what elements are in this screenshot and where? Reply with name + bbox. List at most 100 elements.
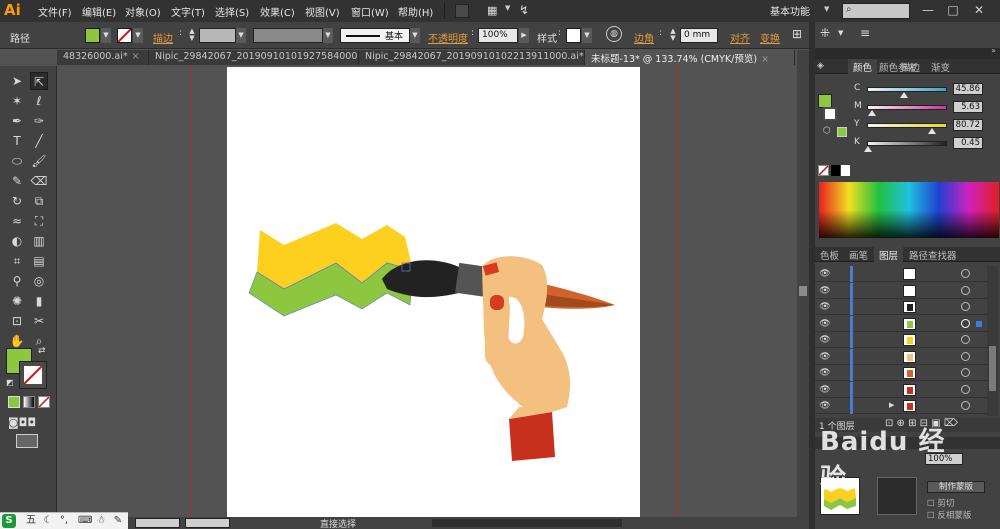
- screen-mode-icon[interactable]: [16, 434, 38, 448]
- visibility-eye-icon[interactable]: 👁: [819, 400, 831, 412]
- type-tool-icon[interactable]: T: [8, 132, 26, 150]
- maximize-button[interactable]: □: [942, 2, 964, 19]
- artboard-tool-icon[interactable]: ⊡: [8, 312, 26, 330]
- transform-link[interactable]: 变换: [760, 30, 780, 45]
- color-mode-icon[interactable]: [8, 396, 20, 408]
- column-graph-tool-icon[interactable]: ▮: [30, 292, 48, 310]
- line-tool-icon[interactable]: ╱: [30, 132, 48, 150]
- mask-empty-thumbnail[interactable]: [877, 477, 917, 515]
- zoom-field[interactable]: [135, 518, 180, 528]
- pen-tool-icon[interactable]: ✒: [8, 112, 26, 130]
- recolor-artwork-icon[interactable]: ◍: [606, 26, 622, 42]
- scroll-thumb[interactable]: [799, 286, 807, 296]
- similar-dropdown-icon[interactable]: ▼: [838, 29, 843, 37]
- tab-pathfinder[interactable]: 路径查找器: [904, 247, 962, 262]
- symbol-sprayer-tool-icon[interactable]: ✺: [8, 292, 26, 310]
- draw-mode-icons[interactable]: ◙◘◘: [8, 416, 36, 429]
- stroke-weight-dropdown-icon[interactable]: ▼: [236, 28, 246, 43]
- shape-builder-tool-icon[interactable]: ◐: [8, 232, 26, 250]
- menu-select[interactable]: 选择(S): [215, 4, 249, 19]
- opacity-label[interactable]: 不透明度: [428, 30, 468, 45]
- default-colors-icon[interactable]: ◩: [6, 378, 14, 387]
- tab-color[interactable]: 颜色: [848, 59, 878, 74]
- chinese-mode-icon[interactable]: 五: [25, 514, 37, 528]
- visibility-eye-icon[interactable]: 👁: [819, 367, 831, 379]
- color-spectrum[interactable]: [819, 182, 999, 238]
- slider-track-m[interactable]: [867, 105, 947, 110]
- stroke-weight-stepper[interactable]: ▲ ▼: [186, 28, 198, 43]
- fill-dropdown-icon[interactable]: ▼: [101, 28, 111, 43]
- eraser-tool-icon[interactable]: ⌫: [30, 172, 48, 190]
- tab-layers[interactable]: 图层: [874, 247, 904, 262]
- target-circle-icon[interactable]: [961, 368, 970, 377]
- isolate-group-icon[interactable]: ⊞: [792, 27, 802, 41]
- none-mode-icon[interactable]: [38, 396, 50, 408]
- swap-fill-stroke-icon[interactable]: ⇄: [38, 346, 46, 356]
- last-color-swatch[interactable]: [837, 127, 847, 137]
- guide-line-left[interactable]: [190, 65, 191, 517]
- scale-tool-icon[interactable]: ⧉: [30, 192, 48, 210]
- tab-document-2[interactable]: Nipic_29842067_20190910101927584000.ai*×: [149, 50, 359, 65]
- tab-swatches[interactable]: 色板: [815, 247, 844, 262]
- slider-thumb-k[interactable]: [863, 146, 872, 152]
- layer-row[interactable]: 👁: [815, 365, 987, 381]
- color-panel-stroke[interactable]: [823, 107, 837, 121]
- tab-close-icon[interactable]: ×: [761, 54, 769, 65]
- panel-menu-icon[interactable]: ≡: [860, 26, 870, 40]
- workspace-dropdown-icon[interactable]: ▼: [824, 5, 829, 13]
- gpu-performance-icon[interactable]: ↯: [519, 3, 529, 17]
- magic-wand-tool-icon[interactable]: ✶: [8, 92, 26, 110]
- artboard[interactable]: [227, 67, 640, 517]
- target-circle-icon[interactable]: [961, 269, 970, 278]
- menu-type[interactable]: 文字(T): [171, 4, 205, 19]
- tab-close-icon[interactable]: ×: [132, 51, 140, 62]
- none-swatch[interactable]: [818, 165, 829, 176]
- expand-arrow-icon[interactable]: ▶: [889, 401, 894, 409]
- tab-brushes[interactable]: 画笔: [844, 247, 873, 262]
- clip-checkbox[interactable]: ☐ 剪切: [927, 497, 954, 509]
- layer-row[interactable]: 👁: [815, 348, 987, 365]
- keyboard-icon[interactable]: ⌨: [78, 514, 92, 528]
- skin-icon[interactable]: ☃: [95, 514, 107, 528]
- layers-scrollbar[interactable]: [987, 266, 998, 416]
- gradient-tool-icon[interactable]: ▤: [30, 252, 48, 270]
- tab-gradient[interactable]: 渐变: [926, 59, 955, 74]
- target-circle-icon[interactable]: [961, 302, 970, 311]
- target-circle-icon[interactable]: [961, 318, 970, 328]
- minimize-button[interactable]: —: [917, 2, 939, 19]
- layer-row[interactable]: 👁: [815, 381, 987, 398]
- corner-radius-input[interactable]: 0 mm: [680, 28, 718, 43]
- slider-thumb-c[interactable]: [899, 92, 908, 98]
- white-swatch[interactable]: [841, 165, 850, 176]
- search-input[interactable]: ⌕: [842, 3, 910, 19]
- target-circle-icon[interactable]: [961, 351, 970, 361]
- invert-mask-checkbox[interactable]: ☐ 反相蒙版: [927, 509, 971, 521]
- gradient-mode-icon[interactable]: [23, 396, 35, 408]
- brush-dropdown-icon[interactable]: ▼: [410, 28, 420, 43]
- warp-tool-icon[interactable]: ≈: [8, 212, 26, 230]
- selection-tool-icon[interactable]: ➤: [8, 72, 26, 90]
- collapse-arrows-icon[interactable]: »: [991, 46, 996, 55]
- visibility-eye-icon[interactable]: 👁: [819, 268, 831, 280]
- tab-document-1[interactable]: 48326000.ai* ×: [57, 50, 149, 65]
- layer-row[interactable]: 👁: [815, 299, 987, 315]
- select-similar-icon[interactable]: ⁜: [820, 26, 830, 40]
- workspace-switcher[interactable]: 基本功能: [770, 3, 810, 18]
- slider-thumb-y[interactable]: [927, 128, 936, 134]
- slider-value-c[interactable]: 45.86: [953, 83, 983, 95]
- selection-indicator[interactable]: [976, 320, 982, 327]
- stroke-label[interactable]: 描边: [153, 30, 173, 45]
- layer-row[interactable]: 👁: [815, 282, 987, 299]
- visibility-eye-icon[interactable]: 👁: [819, 285, 831, 297]
- layer-row[interactable]: 👁 ▶: [815, 398, 987, 414]
- direct-selection-tool-icon[interactable]: ⇱: [30, 72, 48, 90]
- tab-document-3[interactable]: Nipic_29842067_20190910102213911000.ai*×: [359, 50, 585, 65]
- punctuation-icon[interactable]: °,: [58, 514, 70, 528]
- rotate-tool-icon[interactable]: ↻: [8, 192, 26, 210]
- graphic-style-swatch[interactable]: [566, 28, 581, 43]
- sogou-logo-icon[interactable]: S: [2, 514, 16, 528]
- stroke-swatch[interactable]: [117, 28, 132, 43]
- blend-tool-icon[interactable]: ◎: [30, 272, 48, 290]
- layer-row[interactable]: 👁: [815, 266, 987, 282]
- slider-value-k[interactable]: 0.45: [953, 137, 983, 149]
